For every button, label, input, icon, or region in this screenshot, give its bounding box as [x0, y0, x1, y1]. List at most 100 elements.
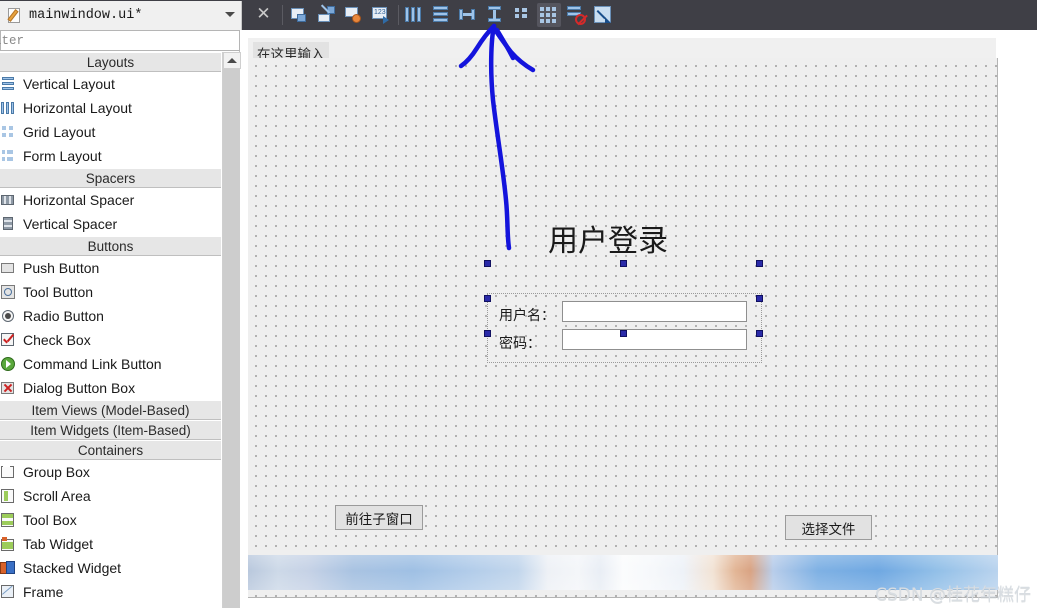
widget-box-panel: lter Layouts Vertical Layout	[0, 30, 240, 608]
widget-item-vertical-spacer[interactable]: Vertical Spacer	[0, 212, 221, 236]
selection-handle-bottom-left[interactable]	[484, 330, 491, 337]
check-box-icon	[0, 332, 16, 348]
selection-handle-middle-left[interactable]	[484, 295, 491, 302]
selection-handle-middle-right[interactable]	[756, 295, 763, 302]
form-layout-icon	[0, 148, 16, 164]
password-label[interactable]: 密码：	[499, 333, 541, 353]
close-tab-button[interactable]: ✕	[255, 6, 272, 23]
widget-item-horizontal-layout[interactable]: Horizontal Layout	[0, 96, 221, 120]
select-file-button[interactable]: 选择文件	[785, 515, 872, 540]
widget-item-label: Group Box	[23, 464, 90, 480]
widget-item-label: Form Layout	[23, 148, 102, 164]
group-box-icon	[0, 464, 16, 480]
widget-item-form-layout[interactable]: Form Layout	[0, 144, 221, 168]
widget-item-label: Push Button	[23, 260, 99, 276]
widget-item-frame[interactable]: Frame	[0, 580, 221, 604]
edit-signals-slots-icon[interactable]	[315, 3, 339, 27]
widget-list[interactable]: Layouts Vertical Layout Horizontal Layou…	[0, 52, 221, 608]
widget-item-vertical-layout[interactable]: Vertical Layout	[0, 72, 221, 96]
widget-group-buttons[interactable]: Buttons	[0, 236, 221, 256]
selection-handle-top-center[interactable]	[620, 260, 627, 267]
widget-item-tool-button[interactable]: Tool Button	[0, 280, 221, 304]
widget-item-check-box[interactable]: Check Box	[0, 328, 221, 352]
command-link-button-icon	[0, 356, 16, 372]
edit-buddies-icon[interactable]	[342, 3, 366, 27]
radio-button-icon	[0, 308, 16, 324]
frame-icon	[0, 584, 16, 600]
password-field[interactable]	[562, 329, 747, 350]
qt-designer-window: mainwindow.ui* ✕	[0, 0, 1037, 608]
form-title-label[interactable]: 用户登录	[548, 216, 668, 260]
widget-group-item-views[interactable]: Item Views (Model-Based)	[0, 400, 221, 420]
widget-item-tab-widget[interactable]: Tab Widget	[0, 532, 221, 556]
file-tab-mainwindow[interactable]: mainwindow.ui*	[0, 1, 242, 30]
selection-handle-top-right[interactable]	[756, 260, 763, 267]
widget-item-horizontal-spacer[interactable]: Horizontal Spacer	[0, 188, 221, 212]
form-canvas[interactable]: 用户登录 用户名： 密码： 前往子窗口 选择文件	[248, 58, 998, 598]
tool-box-icon	[0, 512, 16, 528]
scroll-area-icon	[0, 488, 16, 504]
widget-group-label: Containers	[78, 443, 143, 458]
widget-item-push-button[interactable]: Push Button	[0, 256, 221, 280]
push-button-icon	[0, 260, 16, 276]
widget-group-label: Item Views (Model-Based)	[31, 403, 189, 418]
widget-item-label: Check Box	[23, 332, 91, 348]
selection-handle-bottom-right[interactable]	[756, 330, 763, 337]
tool-button-icon	[0, 284, 16, 300]
form-menubar[interactable]	[248, 38, 996, 60]
horizontal-spacer-icon	[0, 192, 16, 208]
widget-item-label: Command Link Button	[23, 356, 162, 372]
filter-input-text: lter	[0, 34, 24, 48]
break-layout-icon[interactable]	[564, 3, 588, 27]
vertical-spacer-icon	[0, 216, 16, 232]
file-tab-label: mainwindow.ui*	[29, 8, 142, 23]
chevron-down-icon[interactable]	[225, 12, 235, 17]
widget-group-layouts[interactable]: Layouts	[0, 52, 221, 72]
edit-tab-order-icon[interactable]: 123	[369, 3, 393, 27]
widget-item-label: Stacked Widget	[23, 560, 121, 576]
layout-vertically-in-splitter-icon[interactable]	[483, 3, 507, 27]
layout-in-grid-icon[interactable]	[537, 3, 561, 27]
adjust-size-icon[interactable]	[591, 3, 615, 27]
stacked-widget-icon	[0, 560, 16, 576]
widget-item-radio-button[interactable]: Radio Button	[0, 304, 221, 328]
layout-horizontally-in-splitter-icon[interactable]	[456, 3, 480, 27]
widget-group-item-widgets[interactable]: Item Widgets (Item-Based)	[0, 420, 221, 440]
widget-group-spacers[interactable]: Spacers	[0, 168, 221, 188]
widget-group-containers[interactable]: Containers	[0, 440, 221, 460]
selection-handle-top-left[interactable]	[484, 260, 491, 267]
form-editor[interactable]: 在这里输入 用户登录 用户名： 密码： 前往子窗口 选择文件	[241, 30, 1037, 608]
filter-input[interactable]: lter	[0, 30, 240, 51]
layout-vertically-icon[interactable]	[429, 3, 453, 27]
widget-item-grid-layout[interactable]: Grid Layout	[0, 120, 221, 144]
layout-in-form-layout-icon[interactable]	[510, 3, 534, 27]
dialog-button-box-icon	[0, 380, 16, 396]
forbidden-overlay-icon	[575, 14, 586, 25]
widget-item-label: Dialog Button Box	[23, 380, 135, 396]
widget-item-label: Horizontal Layout	[23, 100, 132, 116]
widget-item-label: Radio Button	[23, 308, 104, 324]
widget-group-label: Item Widgets (Item-Based)	[30, 423, 191, 438]
scroll-up-button[interactable]	[223, 52, 241, 69]
username-label[interactable]: 用户名：	[499, 305, 555, 325]
toolbar-separator	[282, 5, 283, 25]
widget-item-dialog-button-box[interactable]: Dialog Button Box	[0, 376, 221, 400]
widget-item-stacked-widget[interactable]: Stacked Widget	[0, 556, 221, 580]
edit-widgets-icon[interactable]	[288, 3, 312, 27]
layout-horizontally-icon[interactable]	[402, 3, 426, 27]
widget-list-scrollbar[interactable]	[222, 52, 240, 608]
widget-item-tool-box[interactable]: Tool Box	[0, 508, 221, 532]
tab-widget-icon	[0, 536, 16, 552]
selection-handle-bottom-center[interactable]	[620, 330, 627, 337]
widget-item-label: Tool Button	[23, 284, 93, 300]
widget-item-scroll-area[interactable]: Scroll Area	[0, 484, 221, 508]
widget-item-command-link-button[interactable]: Command Link Button	[0, 352, 221, 376]
username-field[interactable]	[562, 301, 747, 322]
widget-group-label: Spacers	[86, 171, 136, 186]
grid-layout-icon	[0, 124, 16, 140]
titlebar: mainwindow.ui* ✕	[0, 0, 1037, 30]
widget-item-group-box[interactable]: Group Box	[0, 460, 221, 484]
widget-item-label: Tab Widget	[23, 536, 93, 552]
widget-item-label: Frame	[23, 584, 63, 600]
goto-subwindow-button[interactable]: 前往子窗口	[335, 505, 423, 530]
